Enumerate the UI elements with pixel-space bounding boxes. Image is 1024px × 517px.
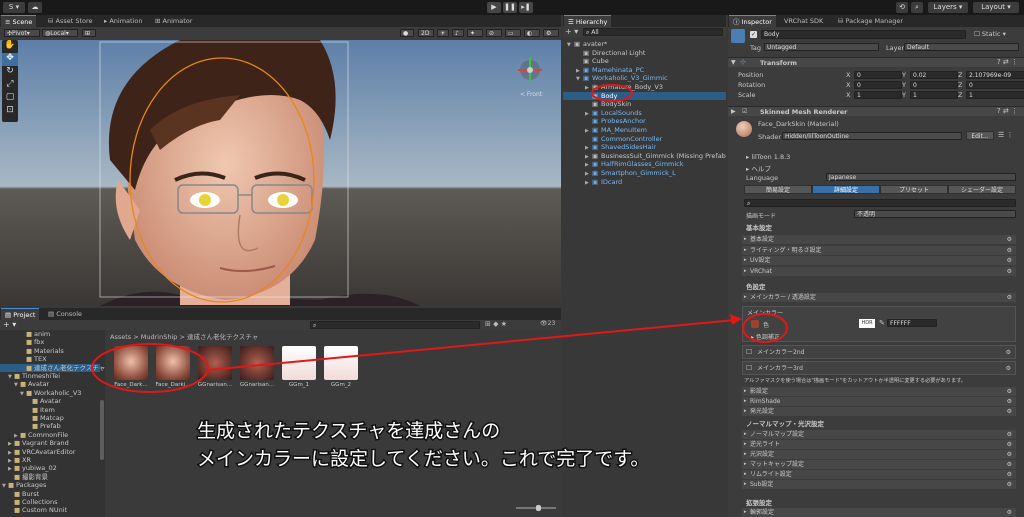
annotation-arrow-head [730, 314, 742, 325]
annotation-overlay: 生成されたテクスチャを達成さんの メインカラーに設定してください。これで完了です… [91, 84, 788, 472]
annotation-line1: 生成されたテクスチャを達成さんの [197, 420, 500, 442]
annotation-circle-assets [91, 343, 209, 393]
annotation-line2: メインカラーに設定してください。これで完了です。 [197, 448, 649, 470]
annotation-circle-color [742, 313, 788, 343]
annotation-circle-body [591, 84, 633, 102]
annotation-arrow-line [207, 319, 736, 371]
